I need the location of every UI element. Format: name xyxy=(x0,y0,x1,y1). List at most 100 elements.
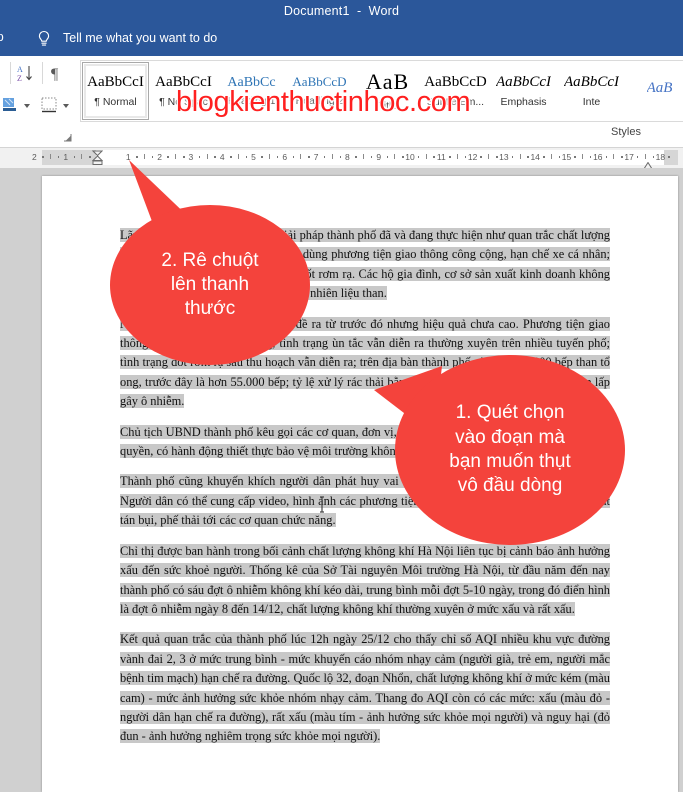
ruler-tick xyxy=(543,156,545,158)
ruler-tick xyxy=(370,156,373,158)
ruler-tick xyxy=(386,156,389,158)
ruler-tick xyxy=(394,154,396,159)
ruler-tick-label: 12 xyxy=(467,152,478,162)
style-item-next[interactable]: AaB xyxy=(626,62,683,120)
word-window: Document1 - Word lp Tell me what you wan… xyxy=(0,0,683,792)
hourglass-indent-marker[interactable] xyxy=(91,150,104,165)
ruler-tick xyxy=(574,156,576,158)
paragraph-dialog-launcher[interactable] xyxy=(63,129,72,142)
ruler-tick xyxy=(417,156,420,158)
ruler-tick xyxy=(456,154,458,159)
ruler-tick xyxy=(449,156,451,158)
ruler-tick xyxy=(237,154,239,159)
ruler-tick-label: 11 xyxy=(436,152,446,162)
ruler-tick-label: 1 xyxy=(63,152,69,162)
right-indent-marker[interactable] xyxy=(642,157,654,170)
shading-icon[interactable] xyxy=(1,96,19,119)
ruler-tick xyxy=(550,154,552,159)
show-formatting-marks-icon[interactable]: ¶ xyxy=(49,64,65,87)
ruler-tick xyxy=(582,154,584,159)
ruler-tick-label: 15 xyxy=(561,152,572,162)
paragraph-6[interactable]: Kết quả quan trắc của thành phố lúc 12h … xyxy=(120,630,610,746)
ruler-tick xyxy=(50,154,52,159)
ruler-tick xyxy=(89,156,91,158)
ruler-tick xyxy=(300,154,302,159)
style-preview: AaB xyxy=(646,80,673,97)
ruler-tick xyxy=(511,156,514,158)
ruler-tick xyxy=(363,154,365,159)
ruler-tick xyxy=(496,156,498,158)
ruler-tick xyxy=(433,156,435,158)
ruler-tick xyxy=(589,156,592,158)
ruler-tick xyxy=(480,156,482,158)
ruler-tick xyxy=(73,156,76,158)
ruler-tick xyxy=(613,154,615,159)
ruler-tick xyxy=(339,156,342,158)
style-item-emphasis[interactable]: AaBbCcI Emphasis xyxy=(490,62,557,120)
paragraph-group: A Z ¶ xyxy=(0,56,74,148)
ruler-tick-label: 17 xyxy=(624,152,634,162)
ruler-tick xyxy=(558,156,561,158)
style-preview: AaBbCcI xyxy=(564,74,619,91)
ruler-tick-label: 9 xyxy=(376,152,382,162)
watermark: blogkienthuctinhoc.com xyxy=(176,86,471,118)
text-ibeam-cursor xyxy=(317,496,327,513)
ruler-tick xyxy=(323,156,326,158)
ruler-tick xyxy=(425,154,427,159)
ruler-tick xyxy=(308,156,310,158)
ruler-tick-label: 8 xyxy=(345,152,350,162)
ruler-tick-label: 14 xyxy=(530,152,540,162)
style-label: Emphasis xyxy=(500,95,547,108)
tab-help[interactable]: lp xyxy=(0,30,4,44)
ruler-tick xyxy=(636,156,639,158)
styles-group-caption: Styles xyxy=(611,126,641,138)
ruler-tick-label: 10 xyxy=(405,152,415,162)
style-label: Inte xyxy=(582,95,601,108)
ruler-tick xyxy=(402,156,404,158)
svg-text:A: A xyxy=(17,65,23,74)
tell-me-input[interactable]: Tell me what you want to do xyxy=(63,31,217,45)
paragraph-5[interactable]: Chỉ thị được ban hành trong bối cảnh chấ… xyxy=(120,542,610,620)
callout-1-text: 1. Quét chọn vào đoạn mà bạn muốn thụt v… xyxy=(449,402,571,497)
ruler-tick xyxy=(668,156,670,158)
ruler-tick xyxy=(488,154,490,159)
ruler-tick xyxy=(81,154,83,159)
divider xyxy=(42,62,43,84)
ruler-tick xyxy=(269,154,271,159)
borders-dropdown-arrow[interactable] xyxy=(63,104,69,108)
ruler-tick xyxy=(605,156,608,158)
paragraph-text: Kết quả quan trắc của thành phố lúc 12h … xyxy=(120,632,610,744)
style-item-intense-emphasis[interactable]: AaBbCcI Inte xyxy=(558,62,625,120)
shading-dropdown-arrow[interactable] xyxy=(24,104,30,108)
ruler-tick-label: 2 xyxy=(32,152,37,162)
ruler-tick-label: 6 xyxy=(282,152,288,162)
ruler-tick xyxy=(42,156,44,158)
ruler-tick-label: 5 xyxy=(251,152,256,162)
style-item-normal[interactable]: AaBbCcI ¶ Normal xyxy=(82,62,149,120)
callout-2-text: 2. Rê chuột lên thanh thước xyxy=(161,249,259,320)
ruler-tick xyxy=(519,154,521,159)
callout-1-bubble: 1. Quét chọn vào đoạn mà bạn muốn thụt v… xyxy=(395,355,625,545)
ruler-tick-label: 16 xyxy=(593,152,603,162)
ruler-tick xyxy=(276,156,279,158)
svg-text:Z: Z xyxy=(17,74,22,83)
ruler-tick xyxy=(245,156,248,158)
title-bar: Document1 - Word xyxy=(0,0,683,22)
ruler-tick xyxy=(331,154,333,159)
ruler-tick xyxy=(527,156,529,158)
style-preview: AaBbCcI xyxy=(87,74,144,91)
ruler-tick xyxy=(464,156,467,158)
ruler-tick xyxy=(292,156,295,158)
window-title: Document1 - Word xyxy=(283,4,400,18)
ruler-tick xyxy=(57,156,60,158)
svg-text:¶: ¶ xyxy=(51,66,59,82)
lightbulb-icon xyxy=(36,30,52,48)
divider xyxy=(10,62,11,84)
sort-az-icon[interactable]: A Z xyxy=(16,64,38,89)
tell-me-bar: lp Tell me what you want to do xyxy=(0,22,683,56)
style-label: ¶ Normal xyxy=(94,95,137,108)
ruler-tick-label: 18 xyxy=(655,152,666,162)
paragraph-text: Chỉ thị được ban hành trong bối cảnh chấ… xyxy=(120,543,610,616)
borders-icon[interactable] xyxy=(40,96,58,119)
callout-2-bubble: 2. Rê chuột lên thanh thước xyxy=(110,205,310,365)
